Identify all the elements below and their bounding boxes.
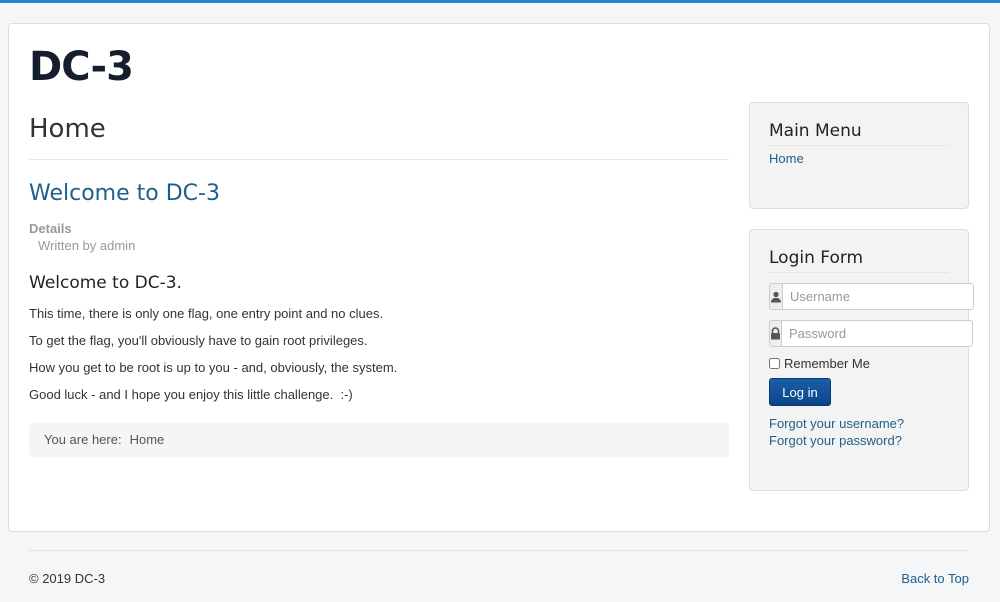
article-details-label: Details (29, 221, 72, 236)
main-menu-item-home[interactable]: Home (769, 151, 949, 166)
remember-me-label: Remember Me (784, 356, 870, 371)
footer-divider (29, 550, 969, 551)
breadcrumb: You are here: Home (29, 423, 729, 457)
breadcrumb-current: Home (129, 432, 165, 447)
forgot-password-link[interactable]: Forgot your password? (769, 433, 949, 448)
password-row (769, 320, 973, 347)
main-menu-module: Main Menu Home (749, 102, 969, 209)
article-paragraph: This time, there is only one flag, one e… (29, 306, 384, 321)
article-body-heading: Welcome to DC-3. (29, 273, 182, 293)
breadcrumb-prefix: You are here: (44, 432, 122, 447)
forgot-username-link[interactable]: Forgot your username? (769, 416, 949, 431)
back-to-top-link[interactable]: Back to Top (901, 571, 969, 586)
remember-me-checkbox[interactable] (769, 358, 780, 369)
main-menu-title: Main Menu (769, 121, 949, 146)
user-icon (769, 283, 782, 310)
login-form-title: Login Form (769, 248, 949, 273)
page-title: Home (29, 114, 106, 144)
article-title-link[interactable]: Welcome to DC-3 (29, 181, 220, 206)
article-author: Written by admin (38, 238, 136, 253)
password-input[interactable] (781, 320, 973, 347)
page-title-divider (29, 159, 729, 160)
article-paragraph: To get the flag, you'll obviously have t… (29, 333, 368, 348)
top-accent-bar (0, 0, 1000, 3)
login-form-module: Login Form Remember Me Log in Forgot you… (749, 229, 974, 491)
lock-icon (769, 320, 781, 347)
article-paragraph: How you get to be root is up to you - an… (29, 360, 398, 375)
username-row (769, 283, 974, 310)
login-button[interactable]: Log in (769, 378, 831, 406)
footer-copyright: © 2019 DC-3 (29, 571, 106, 586)
username-input[interactable] (782, 283, 974, 310)
site-title[interactable]: DC-3 (29, 44, 134, 90)
remember-me[interactable]: Remember Me (769, 356, 949, 371)
article-paragraph: Good luck - and I hope you enjoy this li… (29, 387, 353, 402)
